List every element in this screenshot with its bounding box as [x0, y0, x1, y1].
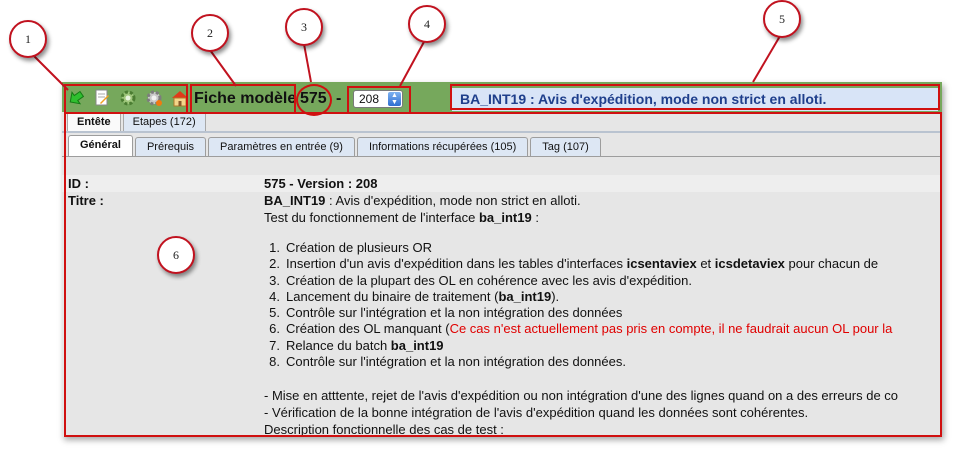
titre-code: BA_INT19 [264, 193, 326, 208]
test-steps-list: 1. Création de plusieurs OR 2. Insertion d… [269, 240, 893, 370]
callout-1: 1 [9, 20, 47, 58]
tab-tag[interactable]: Tag (107) [530, 137, 601, 156]
gear-green-icon[interactable] [118, 89, 138, 107]
gear-orange-icon[interactable] [144, 89, 164, 107]
list-item: 2. Insertion d'un avis d'expédition dans … [269, 256, 879, 272]
list-item: 6. Création des OL manquant (Ce cas n'est… [269, 321, 893, 337]
tab-parametres[interactable]: Paramètres en entrée (9) [208, 137, 355, 156]
list-item: 4. Lancement du binaire de traitement (ba… [269, 288, 560, 304]
fiche-label: Fiche modèle [194, 90, 297, 107]
note-line: Description fonctionnelle des cas de tes… [264, 422, 504, 437]
inner-tabs: Général Prérequis Paramètres en entrée (… [68, 135, 603, 156]
outer-tab-divider [62, 131, 942, 133]
callout-3: 3 [285, 8, 323, 46]
titre-value: BA_INT19 : Avis d'expédition, mode non s… [264, 193, 581, 208]
tab-etapes[interactable]: Etapes (172) [122, 113, 206, 131]
outer-tabs: Entête Etapes (172) [67, 113, 208, 133]
home-icon[interactable] [170, 89, 190, 107]
fiche-separator: - [336, 90, 342, 107]
note-line: - Mise en atttente, rejet de l'avis d'ex… [264, 388, 899, 403]
id-row-bg [62, 175, 942, 192]
toolbar [66, 89, 190, 107]
title-banner: BA_INT19 : Avis d'expédition, mode non s… [452, 88, 938, 111]
header-bar: Fiche modèle 575 - 208 ▲ ▼ BA_INT19 : Avi… [62, 82, 942, 112]
tab-prerequis[interactable]: Prérequis [134, 137, 207, 156]
list-item: 7. Relance du batch ba_int19 [269, 337, 444, 353]
callout-4: 4 [408, 5, 446, 43]
edit-document-icon[interactable] [92, 89, 112, 107]
tab-general[interactable]: Général [68, 135, 133, 156]
test-intro: Test du fonctionnement de l'interface ba… [264, 210, 539, 225]
back-arrow-icon[interactable] [66, 89, 86, 107]
callout-6: 6 [157, 236, 195, 274]
callout-2: 2 [191, 14, 229, 52]
titre-label: Titre : [68, 193, 104, 208]
list-item: 3. Création de la plupart des OL en cohér… [269, 272, 692, 288]
list-item: 1. Création de plusieurs OR [269, 240, 432, 255]
titre-rest: : Avis d'expédition, mode non strict en … [325, 193, 581, 208]
general-content: ID : 575 - Version : 208 Titre : BA_INT1… [62, 157, 942, 437]
version-select[interactable]: 208 ▲ ▼ [353, 90, 403, 108]
list-item: 5. Contrôle sur l'intégration et la non i… [269, 305, 623, 321]
version-value: 208 [359, 92, 380, 106]
tab-entete[interactable]: Entête [67, 113, 121, 133]
fiche-number: 575 [300, 90, 327, 107]
note-line: - Vérification de la bonne intégration d… [264, 405, 809, 420]
stepper-arrows-icon[interactable]: ▲ ▼ [388, 92, 401, 106]
list-item: 8. Contrôle sur l'intégration et la non i… [269, 354, 626, 370]
id-label: ID : [68, 176, 89, 191]
callout-5: 5 [763, 0, 801, 38]
tab-informations[interactable]: Informations récupérées (105) [356, 137, 529, 156]
id-value: 575 - Version : 208 [264, 176, 378, 191]
